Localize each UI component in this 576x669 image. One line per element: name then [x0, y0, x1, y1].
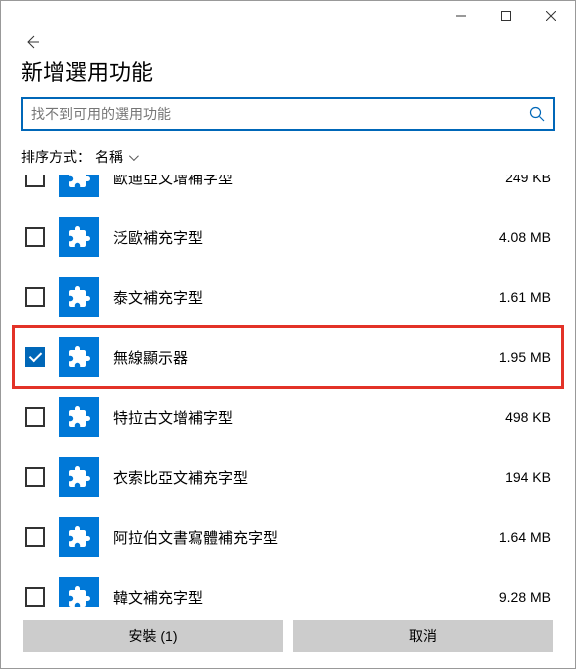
feature-name: 特拉古文增補字型	[113, 407, 467, 428]
feature-size: 498 KB	[481, 409, 551, 425]
feature-size: 4.08 MB	[481, 229, 551, 245]
sort-row: 排序方式： 名稱	[1, 143, 575, 175]
checkbox[interactable]	[25, 527, 45, 547]
search-box[interactable]	[21, 97, 555, 131]
puzzle-icon	[59, 217, 99, 257]
feature-name: 衣索比亞文補充字型	[113, 467, 467, 488]
sort-value: 名稱	[95, 147, 123, 167]
feature-size: 1.61 MB	[481, 289, 551, 305]
cancel-button[interactable]: 取消	[293, 620, 553, 652]
feature-row[interactable]: 歐迪亞文增補字型 249 KB	[1, 175, 575, 207]
puzzle-icon	[59, 277, 99, 317]
sort-dropdown[interactable]: 名稱	[95, 147, 136, 167]
checkbox[interactable]	[25, 407, 45, 427]
feature-row[interactable]: 阿拉伯文書寫體補充字型 1.64 MB	[1, 507, 575, 567]
puzzle-icon	[59, 175, 99, 197]
titlebar	[1, 1, 575, 31]
feature-size: 194 KB	[481, 469, 551, 485]
feature-size: 1.64 MB	[481, 529, 551, 545]
feature-size: 1.95 MB	[481, 349, 551, 365]
feature-name: 無線顯示器	[113, 347, 467, 368]
feature-row[interactable]: 特拉古文增補字型 498 KB	[1, 387, 575, 447]
checkbox[interactable]	[25, 587, 45, 607]
feature-name: 阿拉伯文書寫體補充字型	[113, 527, 467, 548]
feature-row[interactable]: 韓文補充字型 9.28 MB	[1, 567, 575, 607]
sort-label: 排序方式：	[21, 147, 91, 167]
puzzle-icon	[59, 457, 99, 497]
feature-row[interactable]: 泛歐補充字型 4.08 MB	[1, 207, 575, 267]
checkbox[interactable]	[25, 287, 45, 307]
checkbox[interactable]	[25, 175, 45, 187]
search-input[interactable]	[31, 106, 529, 122]
puzzle-icon	[59, 517, 99, 557]
chevron-down-icon	[129, 151, 139, 161]
checkbox[interactable]	[25, 227, 45, 247]
maximize-button[interactable]	[483, 2, 528, 30]
minimize-button[interactable]	[438, 2, 483, 30]
puzzle-icon	[59, 397, 99, 437]
feature-row[interactable]: 無線顯示器 1.95 MB	[1, 327, 575, 387]
close-button[interactable]	[528, 2, 573, 30]
puzzle-icon	[59, 577, 99, 607]
feature-row[interactable]: 衣索比亞文補充字型 194 KB	[1, 447, 575, 507]
feature-name: 泰文補充字型	[113, 287, 467, 308]
checkbox[interactable]	[25, 467, 45, 487]
feature-size: 9.28 MB	[481, 589, 551, 605]
feature-name: 歐迪亞文增補字型	[113, 175, 467, 188]
feature-size: 249 KB	[481, 175, 551, 185]
back-button[interactable]	[21, 31, 43, 53]
feature-list[interactable]: 歐迪亞文增補字型 249 KB 泛歐補充字型 4.08 MB 泰文補充字型 1.61 MB…	[1, 175, 575, 607]
footer: 安裝 (1) 取消	[1, 608, 575, 668]
puzzle-icon	[59, 337, 99, 377]
feature-row[interactable]: 泰文補充字型 1.61 MB	[1, 267, 575, 327]
feature-name: 泛歐補充字型	[113, 227, 467, 248]
feature-name: 韓文補充字型	[113, 587, 467, 608]
search-icon	[529, 106, 545, 122]
page-title: 新增選用功能	[1, 53, 575, 97]
checkbox[interactable]	[25, 347, 45, 367]
install-button[interactable]: 安裝 (1)	[23, 620, 283, 652]
